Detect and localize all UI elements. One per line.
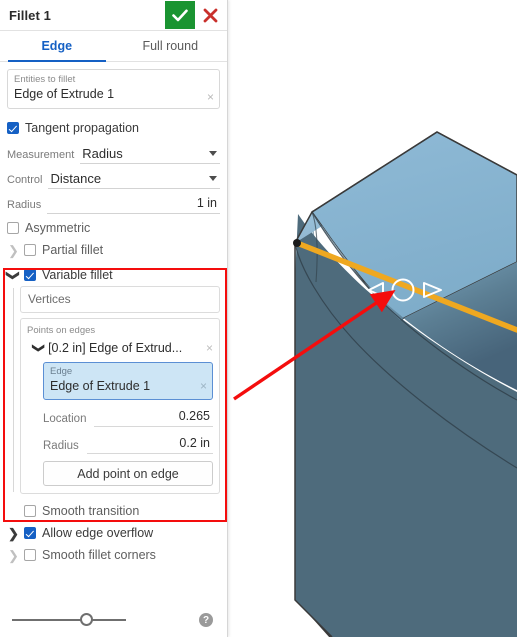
- point-radius-value: 0.2 in: [179, 436, 210, 450]
- asymmetric-checkbox[interactable]: [7, 222, 19, 234]
- check-icon: [172, 9, 188, 21]
- asymmetric-row[interactable]: Asymmetric: [7, 217, 220, 239]
- radius-input[interactable]: 1 in: [47, 193, 220, 214]
- titlebar-buttons: [165, 0, 225, 30]
- accept-button[interactable]: [165, 1, 195, 29]
- point-edge-label: Edge: [50, 366, 73, 377]
- smooth-fillet-corners-label: Smooth fillet corners: [42, 548, 156, 562]
- point-location-input[interactable]: 0.265: [94, 407, 213, 427]
- expand-smooth-fillet-corners-icon[interactable]: ❯: [7, 549, 20, 562]
- dialog-title: Fillet 1: [9, 7, 51, 23]
- control-value: Distance: [50, 170, 102, 186]
- point-edge-value: Edge of Extrude 1: [50, 379, 151, 393]
- dialog-tabs: Edge Full round: [0, 31, 227, 62]
- variable-fillet-row[interactable]: ❯ Variable fillet: [6, 264, 220, 286]
- chevron-down-icon: [209, 175, 217, 181]
- control-field[interactable]: Control Distance: [7, 164, 220, 189]
- points-on-edges-label: Points on edges: [27, 325, 96, 336]
- cancel-button[interactable]: [195, 1, 225, 29]
- point-location-field[interactable]: Location 0.265: [43, 404, 213, 427]
- close-icon: [203, 8, 217, 22]
- tab-edge[interactable]: Edge: [0, 31, 114, 62]
- radius-value: 1 in: [196, 196, 217, 210]
- variable-fillet-content: Vertices Points on edges ❯ [0.2 in] Edge…: [7, 286, 220, 494]
- clear-icon[interactable]: ×: [207, 91, 214, 103]
- smooth-fillet-corners-row[interactable]: ❯ Smooth fillet corners: [7, 544, 220, 566]
- solid-body: [294, 131, 517, 637]
- control-dropdown[interactable]: Distance: [48, 168, 220, 189]
- collapse-point-entry-icon[interactable]: ❯: [32, 343, 46, 353]
- opacity-slider[interactable]: [12, 613, 126, 627]
- partial-fillet-label: Partial fillet: [42, 243, 104, 257]
- point-entry-title: [0.2 in] Edge of Extrud...: [48, 341, 183, 355]
- trailing-options: Smooth transition ❯ Allow edge overflow …: [7, 500, 220, 566]
- collapse-variable-fillet-icon[interactable]: ❯: [6, 269, 21, 282]
- partial-fillet-checkbox[interactable]: [24, 244, 36, 256]
- smooth-transition-row[interactable]: Smooth transition: [7, 500, 220, 522]
- radius-label: Radius: [7, 199, 42, 211]
- slider-track: [12, 619, 126, 621]
- tab-full-round[interactable]: Full round: [114, 31, 228, 61]
- radius-field[interactable]: Radius 1 in: [7, 189, 220, 214]
- smooth-transition-label: Smooth transition: [42, 504, 140, 518]
- smooth-transition-checkbox[interactable]: [24, 505, 36, 517]
- slider-knob[interactable]: [80, 613, 93, 626]
- measurement-dropdown[interactable]: Radius: [80, 143, 220, 164]
- entities-to-fillet-field[interactable]: Entities to fillet Edge of Extrude 1 ×: [7, 69, 220, 109]
- dialog-body: Entities to fillet Edge of Extrude 1 × T…: [0, 62, 227, 566]
- dialog-footer: ?: [0, 603, 227, 637]
- variable-fillet-label: Variable fillet: [42, 268, 113, 282]
- allow-edge-overflow-row[interactable]: ❯ Allow edge overflow: [7, 522, 220, 544]
- expand-partial-fillet-icon[interactable]: ❯: [7, 244, 20, 257]
- point-radius-label: Radius: [43, 440, 79, 452]
- tangent-propagation-label: Tangent propagation: [25, 121, 139, 135]
- remove-point-icon[interactable]: ×: [206, 341, 213, 355]
- points-on-edges-group: Points on edges ❯ [0.2 in] Edge of Extru…: [20, 318, 220, 494]
- variable-fillet-checkbox[interactable]: [24, 269, 36, 281]
- point-location-label: Location: [43, 413, 87, 425]
- entities-to-fillet-label: Entities to fillet: [14, 74, 76, 85]
- measurement-field[interactable]: Measurement Radius: [7, 139, 220, 164]
- expand-allow-edge-overflow-icon[interactable]: ❯: [7, 527, 20, 540]
- clear-icon[interactable]: ×: [200, 379, 207, 393]
- tangent-propagation-row[interactable]: Tangent propagation: [7, 117, 220, 139]
- point-edge-field[interactable]: Edge Edge of Extrude 1 ×: [43, 362, 213, 400]
- help-glyph: ?: [202, 614, 210, 626]
- measurement-value: Radius: [82, 145, 123, 161]
- chevron-down-icon: [209, 150, 217, 156]
- entities-to-fillet-value: Edge of Extrude 1: [14, 87, 115, 101]
- fillet-dialog-panel: Fillet 1 Edge Full round Entities to fil…: [0, 0, 228, 637]
- allow-edge-overflow-label: Allow edge overflow: [42, 526, 154, 540]
- control-label: Control: [7, 174, 43, 186]
- vertices-placeholder: Vertices: [28, 292, 71, 306]
- allow-edge-overflow-checkbox[interactable]: [24, 527, 36, 539]
- measurement-label: Measurement: [7, 149, 75, 161]
- dialog-titlebar: Fillet 1: [0, 0, 227, 31]
- add-point-on-edge-label: Add point on edge: [77, 466, 179, 481]
- tangent-propagation-checkbox[interactable]: [7, 122, 19, 134]
- add-point-on-edge-button[interactable]: Add point on edge: [43, 461, 213, 486]
- tab-edge-label: Edge: [41, 39, 73, 53]
- point-entry-header[interactable]: ❯ [0.2 in] Edge of Extrud... ×: [27, 338, 213, 358]
- smooth-fillet-corners-checkbox[interactable]: [24, 549, 36, 561]
- help-icon[interactable]: ?: [199, 613, 213, 627]
- point-radius-input[interactable]: 0.2 in: [86, 434, 213, 454]
- tab-full-round-label: Full round: [142, 39, 199, 53]
- asymmetric-label: Asymmetric: [25, 221, 91, 235]
- point-radius-field[interactable]: Radius 0.2 in: [43, 431, 213, 454]
- point-location-value: 0.265: [178, 409, 210, 423]
- vertices-field[interactable]: Vertices: [20, 286, 220, 313]
- partial-fillet-row[interactable]: ❯ Partial fillet: [7, 239, 220, 261]
